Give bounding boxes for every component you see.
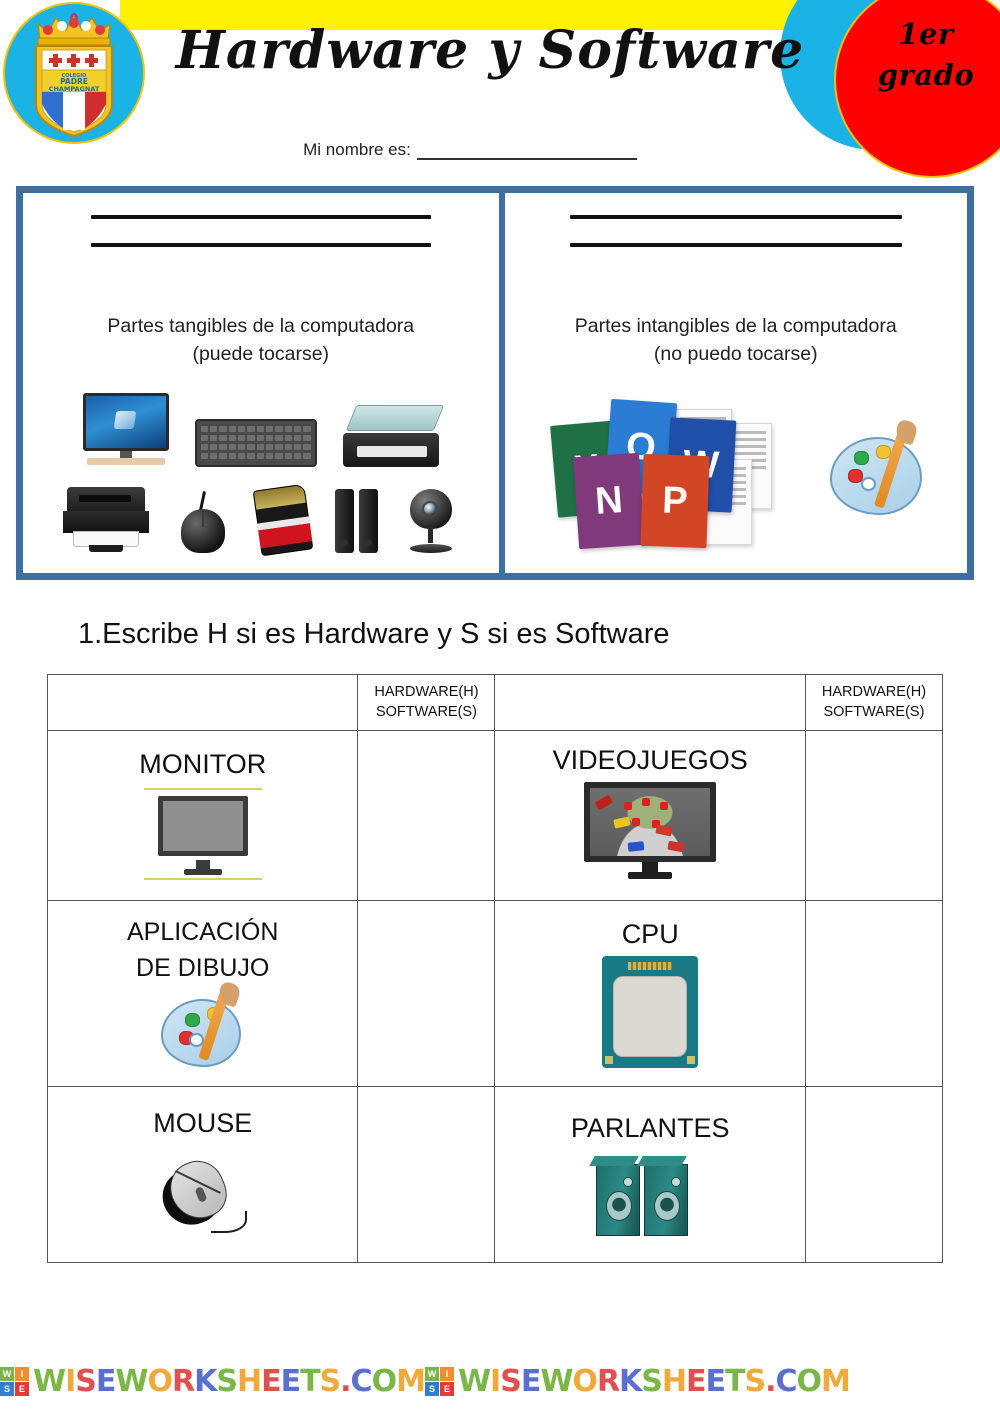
item-label: VIDEOJUEGOS	[552, 744, 748, 775]
answer-cell-cpu[interactable]	[804, 900, 944, 1087]
office-tile-p: P	[640, 453, 710, 549]
grade-line-1: 1er	[898, 17, 954, 51]
concept-box-tangible: Partes tangibles de la computadora (pued…	[23, 193, 505, 573]
answer-cell-monitor[interactable]	[357, 730, 496, 901]
grade-line-2: grado	[877, 58, 975, 93]
item-image	[495, 1150, 804, 1237]
item-label: MOUSE	[153, 1107, 253, 1138]
header-blank-right	[494, 674, 806, 731]
item-image	[48, 786, 357, 882]
tangible-caption: Partes tangibles de la computadora (pued…	[23, 313, 499, 368]
answer-cell-parlantes[interactable]	[804, 1086, 944, 1263]
answer-cell-mouse[interactable]	[357, 1086, 496, 1263]
office-tile-n: N	[572, 452, 645, 550]
blank-line[interactable]	[569, 243, 902, 247]
scanner-icon	[342, 405, 445, 467]
header-answer-left-line1: HARDWARE(H)	[374, 683, 479, 700]
intangible-caption-line-2: (no puedo tocarse)	[653, 342, 818, 365]
monitor-icon	[82, 393, 169, 467]
paint-palette-icon	[829, 418, 926, 519]
printer-icon	[63, 487, 150, 553]
table-row: APLICACIÓN DE DIBUJO CPU	[46, 900, 944, 1087]
footer-watermark: WISE WISEWORKSHEETS.COM WISE WISEWORKSHE…	[0, 1358, 1000, 1404]
classification-table: HARDWARE(H) SOFTWARE(S) HARDWARE(H) SOFT…	[46, 674, 944, 1263]
item-label: CPU	[621, 918, 679, 949]
tangible-images-row-2	[23, 471, 499, 557]
item-label: APLICACIÓN	[126, 918, 279, 946]
tangible-images-row-1	[23, 389, 499, 467]
flat-monitor-icon	[143, 786, 262, 882]
answer-cell-videojuegos[interactable]	[804, 730, 944, 901]
student-name-line: Mi nombre es:	[0, 140, 940, 160]
paint-palette-icon	[160, 980, 245, 1069]
tangible-answer-lines[interactable]	[23, 215, 499, 271]
blank-line[interactable]	[90, 243, 431, 247]
watermark-text: WISEWORKSHEETS.COM	[33, 1363, 426, 1399]
watermark-text: WISEWORKSHEETS.COM	[457, 1363, 851, 1399]
item-image	[495, 782, 804, 886]
table-row: MOUSE PARLANTES	[46, 1086, 944, 1263]
cell-item-mouse: MOUSE	[46, 1086, 359, 1263]
watermark-instance: WISE WISEWORKSHEETS.COM	[424, 1363, 851, 1399]
item-image	[495, 956, 804, 1069]
header-answer-left-line2: SOFTWARE(S)	[375, 703, 477, 720]
header-answer-right-line2: SOFTWARE(S)	[823, 703, 925, 720]
concept-box-intangible: Partes intangibles de la computadora (no…	[504, 193, 968, 573]
answer-cell-aplicacion-dibujo[interactable]	[357, 900, 496, 1087]
cell-item-cpu: CPU	[494, 900, 806, 1087]
header-answer-right-line1: HARDWARE(H)	[821, 683, 927, 700]
header-blank-left	[46, 674, 359, 731]
blank-line[interactable]	[90, 215, 431, 219]
exercise-instruction: 1.Escribe H si es Hardware y S si es Sof…	[78, 618, 670, 650]
intangible-caption: Partes intangibles de la computadora (no…	[505, 313, 968, 368]
item-label: PARLANTES	[570, 1112, 730, 1143]
sd-card-icon	[252, 483, 314, 557]
webcam-icon	[404, 489, 458, 553]
item-image	[48, 980, 357, 1069]
cell-item-videojuegos: VIDEOJUEGOS	[494, 730, 806, 901]
cell-item-aplicacion-dibujo: APLICACIÓN DE DIBUJO	[46, 900, 359, 1087]
keyboard-icon	[194, 419, 317, 467]
student-name-label: Mi nombre es:	[303, 140, 411, 159]
worksheet-header: 1er grado COLEGIO PADRE CHAMPAGNAT Hardw…	[0, 0, 1000, 178]
tangible-caption-line-1: Partes tangibles de la computadora	[107, 315, 415, 337]
cell-item-monitor: MONITOR	[46, 730, 359, 901]
blank-line[interactable]	[569, 215, 902, 219]
mouse-icon	[175, 490, 231, 553]
intangible-answer-lines[interactable]	[505, 215, 968, 271]
header-answer-left: HARDWARE(H) SOFTWARE(S)	[357, 674, 496, 731]
worksheet-page: 1er grado COLEGIO PADRE CHAMPAGNAT Hardw…	[0, 0, 1000, 1413]
watermark-instance: WISE WISEWORKSHEETS.COM	[0, 1363, 426, 1399]
racing-videogame-icon	[576, 782, 724, 886]
speakers-icon	[589, 1150, 704, 1237]
table-header-row: HARDWARE(H) SOFTWARE(S) HARDWARE(H) SOFT…	[46, 674, 944, 731]
wiseworksheets-logo-icon: WISE	[0, 1366, 29, 1396]
page-title: Hardware y Software	[175, 20, 805, 81]
tangible-caption-line-2: (puede tocarse)	[192, 342, 330, 365]
cpu-chip-icon	[602, 956, 699, 1069]
mouse-icon	[154, 1145, 251, 1241]
header-answer-right: HARDWARE(H) SOFTWARE(S)	[804, 674, 944, 731]
grade-label: 1er grado	[836, 14, 1000, 96]
table-row: MONITOR VIDEOJUEGOS	[46, 730, 944, 901]
student-name-input[interactable]	[416, 145, 637, 160]
intangible-caption-line-1: Partes intangibles de la computadora	[574, 315, 897, 337]
item-label-line2: DE DIBUJO	[136, 953, 270, 982]
cell-item-parlantes: PARLANTES	[494, 1086, 806, 1263]
wiseworksheets-logo-icon: WISE	[424, 1366, 454, 1396]
item-image	[48, 1145, 357, 1241]
padre-champagnat-crest-icon: COLEGIO PADRE CHAMPAGNAT	[35, 13, 113, 138]
microsoft-office-apps-icon: X O W N P	[546, 393, 784, 553]
concept-boxes: Partes tangibles de la computadora (pued…	[16, 186, 974, 580]
intangible-images-row: X O W N P	[505, 389, 968, 557]
speakers-icon	[335, 489, 379, 553]
item-label: MONITOR	[139, 748, 267, 779]
